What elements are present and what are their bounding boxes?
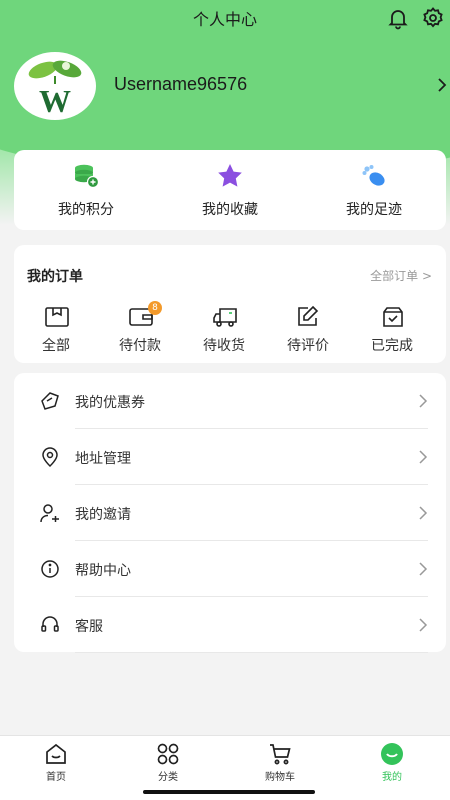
order-pending-receipt[interactable]: 待收货: [182, 305, 266, 359]
top-bar: 个人中心: [0, 0, 450, 34]
check-box-icon: [383, 307, 403, 327]
order-pending-payment[interactable]: 8 待付款: [98, 301, 182, 359]
cart-icon: [270, 744, 291, 765]
order-all-label: 全部: [42, 338, 70, 354]
tab-profile-label: 我的: [382, 772, 402, 783]
page-title: 个人中心: [192, 10, 257, 29]
chevron-right-icon: [419, 450, 428, 464]
order-completed-label: 已完成: [371, 338, 413, 354]
orders-card: 我的订单 全部订单 > 全部 8 待付款 待收货 待评价 已完成: [14, 245, 446, 363]
avatar[interactable]: W: [14, 52, 96, 120]
coins-stack-icon: [75, 164, 100, 189]
svg-text:W: W: [39, 83, 71, 119]
profile-smile-icon: [381, 743, 403, 765]
tab-category[interactable]: 分类: [112, 736, 224, 796]
tab-category-label: 分类: [158, 772, 178, 783]
menu-item-invite[interactable]: 我的邀请: [14, 485, 446, 541]
home-indicator: [143, 790, 315, 794]
headset-icon: [41, 616, 59, 632]
menu-item-help[interactable]: 帮助中心: [14, 541, 446, 597]
edit-icon: [298, 305, 319, 326]
menu-item-coupons[interactable]: 我的优惠券: [14, 373, 446, 429]
tab-home-label: 首页: [46, 772, 66, 783]
menu-label-invite: 我的邀请: [75, 507, 131, 523]
order-all[interactable]: 全部: [14, 305, 98, 359]
home-icon: [46, 743, 66, 764]
menu-label-address: 地址管理: [75, 451, 131, 467]
order-pending-payment-label: 待付款: [119, 338, 161, 354]
chevron-right-icon: [419, 562, 428, 576]
points-item[interactable]: 我的积分: [14, 150, 158, 230]
chevron-right-icon: [419, 394, 428, 408]
box-icon: [45, 307, 69, 327]
logo-image: W: [28, 60, 82, 119]
order-pending-receipt-label: 待收货: [203, 338, 245, 354]
menu-label-coupons: 我的优惠券: [75, 395, 145, 411]
divider: [75, 652, 428, 653]
favorites-label: 我的收藏: [202, 202, 258, 218]
all-orders-link[interactable]: 全部订单 >: [370, 267, 432, 284]
info-icon: [41, 560, 59, 578]
pending-payment-badge: 8: [148, 301, 162, 315]
menu-item-address[interactable]: 地址管理: [14, 429, 446, 485]
footprint-item[interactable]: 我的足迹: [302, 150, 446, 230]
location-icon: [42, 447, 58, 467]
order-pending-review-label: 待评价: [287, 338, 329, 354]
favorites-item[interactable]: 我的收藏: [158, 150, 302, 230]
category-icon: [157, 743, 179, 765]
star-icon: [218, 164, 242, 187]
quick-actions-card: 我的积分 我的收藏 我的足迹: [14, 150, 446, 230]
chevron-right-icon: [419, 506, 428, 520]
tab-cart-label: 购物车: [265, 772, 295, 783]
footprint-label: 我的足迹: [346, 202, 402, 218]
menu-label-customer-service: 客服: [75, 619, 103, 635]
coupon-icon: [41, 392, 59, 410]
chevron-right-icon: [419, 618, 428, 632]
tab-profile[interactable]: 我的: [336, 736, 448, 796]
gear-icon[interactable]: [421, 6, 445, 30]
menu-label-help: 帮助中心: [75, 563, 131, 579]
points-label: 我的积分: [58, 202, 114, 218]
tab-cart[interactable]: 购物车: [224, 736, 336, 796]
invite-user-icon: [40, 504, 59, 523]
footprint-icon: [362, 165, 385, 186]
service-menu-card: 我的优惠券 地址管理 我的邀请 帮助中心 客服: [14, 373, 446, 653]
username[interactable]: Username96576: [114, 74, 247, 95]
order-completed[interactable]: 已完成: [350, 305, 434, 359]
tab-home[interactable]: 首页: [0, 736, 112, 796]
bell-icon[interactable]: [386, 6, 410, 30]
menu-item-customer-service[interactable]: 客服: [14, 597, 446, 653]
order-pending-review[interactable]: 待评价: [266, 305, 350, 359]
orders-title: 我的订单: [27, 269, 83, 285]
truck-icon: [213, 308, 237, 327]
chevron-right-icon[interactable]: [436, 76, 448, 94]
